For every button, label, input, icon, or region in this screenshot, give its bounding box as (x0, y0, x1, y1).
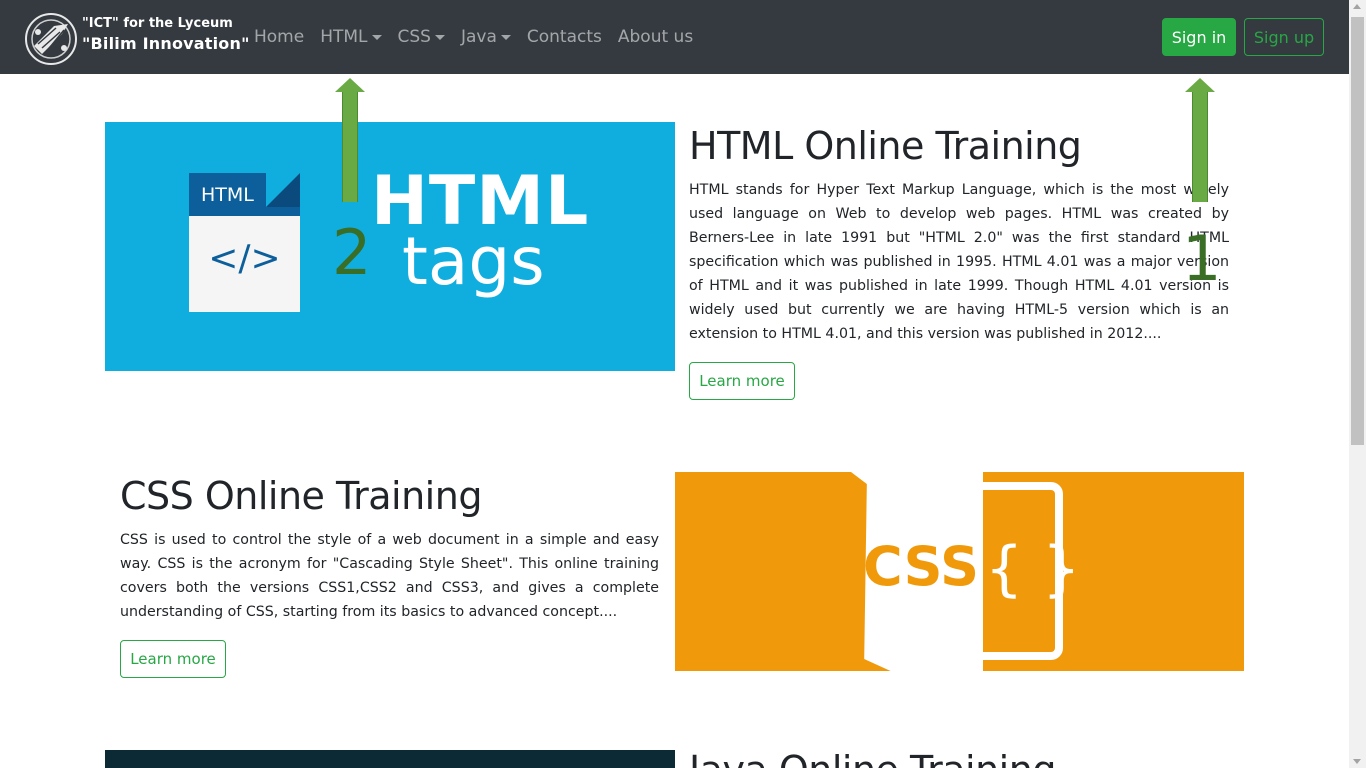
annotation-arrow-1 (1185, 78, 1215, 202)
html-section-text: HTML stands for Hyper Text Markup Langua… (689, 182, 1229, 342)
sign-in-button[interactable]: Sign in (1162, 18, 1236, 56)
annotation-number-2: 2 (332, 216, 372, 289)
html-learn-more-button[interactable]: Learn more (689, 362, 795, 400)
nav-css-dropdown[interactable]: CSS (398, 25, 445, 49)
lyceum-logo-icon[interactable] (24, 12, 78, 66)
java-image (105, 750, 675, 768)
nav-java-dropdown[interactable]: Java (461, 25, 511, 49)
main-nav: Home HTML CSS Java Contacts About us (254, 25, 709, 49)
nav-home-label: Home (254, 27, 305, 47)
html-tags-image: HTML </> HTML tags (105, 122, 675, 371)
code-tag-icon: </> (208, 238, 281, 279)
scrollbar-thumb[interactable] (1351, 17, 1364, 445)
arrow-up-icon (335, 78, 365, 92)
annotation-arrow-2 (335, 78, 365, 202)
nav-home[interactable]: Home (254, 25, 304, 49)
nav-html-dropdown[interactable]: HTML (320, 25, 382, 49)
nav-css-label: CSS (397, 27, 431, 47)
doc-label: HTML (201, 184, 254, 206)
nav-java-label: Java (460, 27, 497, 47)
vertical-scrollbar[interactable] (1349, 0, 1366, 768)
sign-up-button[interactable]: Sign up (1244, 18, 1324, 56)
nav-about-label: About us (617, 27, 694, 47)
nav-contacts-label: Contacts (526, 27, 602, 47)
nav-about-us[interactable]: About us (618, 25, 693, 49)
css-braces-image: CSS { } (675, 472, 1244, 671)
brand[interactable]: "ICT" for the Lyceum "Bilim Innovation" (82, 15, 250, 55)
navbar: "ICT" for the Lyceum "Bilim Innovation" … (0, 0, 1349, 74)
scroll-down-arrow-icon[interactable] (1353, 759, 1361, 764)
caret-down-icon (371, 34, 382, 40)
caret-down-icon (500, 34, 511, 40)
caret-down-icon (434, 34, 445, 40)
arrow-up-icon (1185, 78, 1215, 92)
scroll-up-arrow-icon[interactable] (1353, 4, 1361, 9)
css-section-text: CSS is used to control the style of a we… (120, 532, 659, 620)
brand-line2: "Bilim Innovation" (82, 34, 250, 53)
html-section-title: HTML Online Training (689, 124, 1082, 168)
nav-contacts[interactable]: Contacts (527, 25, 602, 49)
nav-html-label: HTML (320, 27, 368, 47)
image-css-word: CSS (863, 535, 979, 598)
annotation-number-1: 1 (1182, 222, 1222, 295)
css-section-title: CSS Online Training (120, 474, 482, 518)
curly-braces-icon: { } (985, 534, 1081, 604)
java-section-title: Java Online Training (689, 748, 1056, 768)
image-tags-word: tags (402, 223, 545, 300)
html-document-icon: HTML </> (189, 173, 300, 312)
brand-line1: "ICT" for the Lyceum (82, 16, 233, 31)
css-learn-more-button[interactable]: Learn more (120, 640, 226, 678)
